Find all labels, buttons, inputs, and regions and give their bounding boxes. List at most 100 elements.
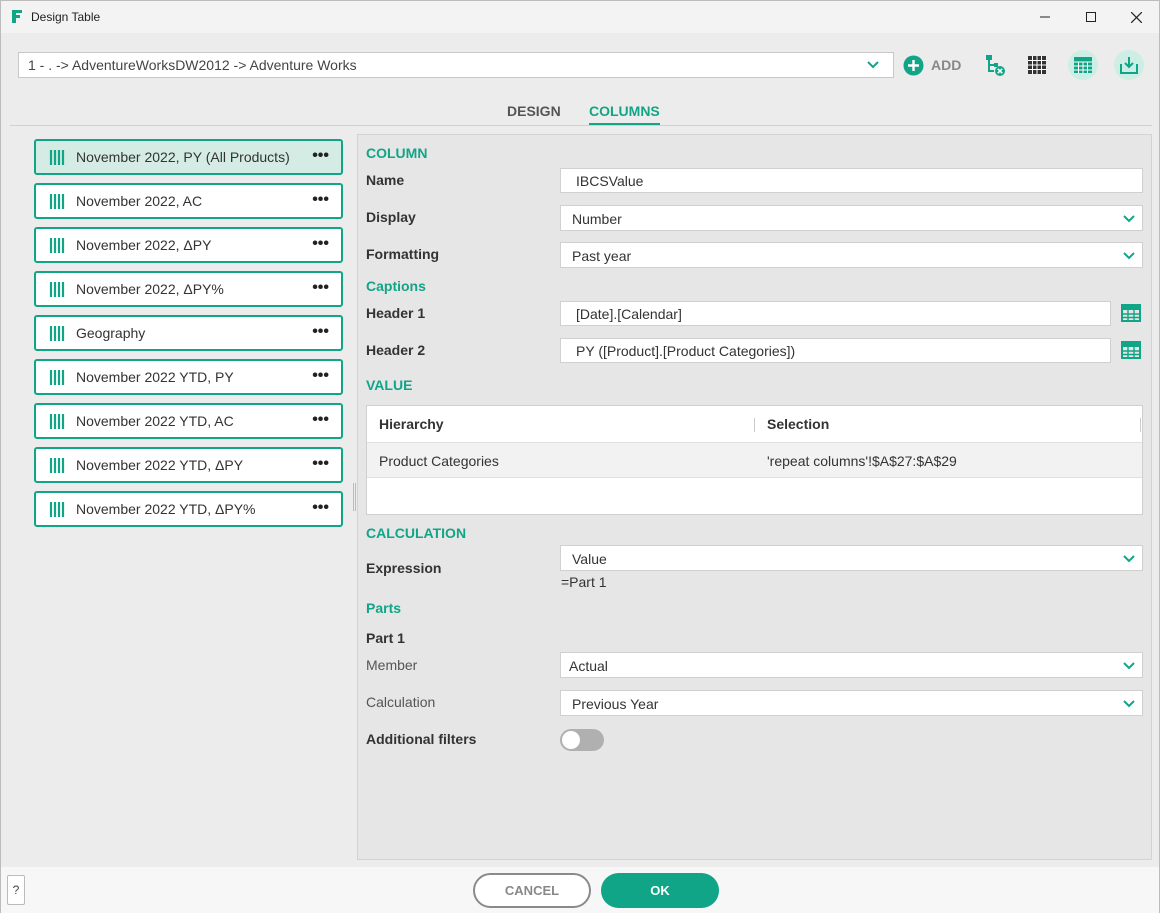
table-settings-button[interactable] <box>1068 50 1098 80</box>
column-bars-icon <box>49 458 65 473</box>
ok-button[interactable]: OK <box>601 873 719 908</box>
column-list-item-label: November 2022, AC <box>76 193 203 209</box>
column-bars-icon <box>49 238 65 253</box>
table-row[interactable]: Product Categories 'repeat columns'!$A$2… <box>367 442 1142 478</box>
member-select[interactable]: Actual <box>560 652 1143 678</box>
display-select[interactable]: Number <box>560 205 1143 231</box>
more-options-button[interactable]: ••• <box>312 411 329 429</box>
column-list-item[interactable]: November 2022, PY (All Products) ••• <box>34 139 343 175</box>
value-section-title: VALUE <box>366 377 413 393</box>
column-list-item[interactable]: Geography ••• <box>34 315 343 351</box>
formatting-select-value: Past year <box>572 248 632 264</box>
value-table: Hierarchy Selection Product Categories '… <box>366 405 1143 515</box>
panel-splitter-handle[interactable] <box>353 483 356 511</box>
more-options-button[interactable]: ••• <box>312 367 329 385</box>
column-bars-icon <box>49 414 65 429</box>
cancel-button[interactable]: CANCEL <box>473 873 591 908</box>
data-source-path-value: 1 - . -> AdventureWorksDW2012 -> Adventu… <box>28 57 357 73</box>
maximize-icon <box>1086 12 1096 22</box>
more-options-button[interactable]: ••• <box>312 279 329 297</box>
window-title: Design Table <box>31 10 101 24</box>
tab-divider <box>10 125 1152 126</box>
cell-picker-icon[interactable] <box>1121 340 1141 360</box>
column-resize-handle[interactable] <box>1140 418 1141 432</box>
minimize-icon <box>1040 16 1050 18</box>
table-cell-selection: 'repeat columns'!$A$27:$A$29 <box>767 453 957 469</box>
calculation-label: Calculation <box>366 694 436 710</box>
cell-picker-icon[interactable] <box>1121 303 1141 323</box>
add-button-label: ADD <box>931 57 962 73</box>
tab-columns[interactable]: COLUMNS <box>589 103 660 125</box>
add-circle-icon <box>903 55 924 75</box>
column-bars-icon <box>49 502 65 517</box>
more-options-button[interactable]: ••• <box>312 235 329 253</box>
add-button[interactable]: ADD <box>903 54 961 76</box>
name-input-value: IBCSValue <box>576 173 644 189</box>
column-resize-handle[interactable] <box>754 418 755 432</box>
column-list-item[interactable]: November 2022 YTD, ΔPY ••• <box>34 447 343 483</box>
additional-filters-toggle[interactable] <box>560 729 604 751</box>
column-list-item-label: November 2022 YTD, ΔPY% <box>76 501 256 517</box>
tab-design[interactable]: DESIGN <box>507 103 561 119</box>
column-list-item[interactable]: November 2022 YTD, AC ••• <box>34 403 343 439</box>
formatting-select[interactable]: Past year <box>560 242 1143 268</box>
chevron-down-icon <box>1123 555 1135 563</box>
chevron-down-icon <box>867 61 879 69</box>
name-label: Name <box>366 172 405 188</box>
member-label: Member <box>366 657 418 673</box>
more-options-button[interactable]: ••• <box>312 499 329 517</box>
toggle-knob <box>562 731 580 749</box>
member-select-value: Actual <box>569 658 608 674</box>
close-icon <box>1130 11 1142 23</box>
expression-select[interactable]: Value <box>560 545 1143 571</box>
column-list-item[interactable]: November 2022, ΔPY ••• <box>34 227 343 263</box>
chevron-down-icon <box>1123 215 1135 223</box>
display-select-value: Number <box>572 211 622 227</box>
name-input[interactable]: IBCSValue <box>560 168 1143 193</box>
column-list-item[interactable]: November 2022, AC ••• <box>34 183 343 219</box>
part-calculation-select[interactable]: Previous Year <box>560 690 1143 716</box>
more-options-button[interactable]: ••• <box>312 455 329 473</box>
calculation-section-title: CALCULATION <box>366 525 467 541</box>
header1-input-value: [Date].[Calendar] <box>576 306 682 322</box>
maximize-button[interactable] <box>1068 1 1114 33</box>
data-source-path-select[interactable]: 1 - . -> AdventureWorksDW2012 -> Adventu… <box>18 52 894 78</box>
column-list-item-label: November 2022, ΔPY <box>76 237 212 253</box>
grid-view-button[interactable] <box>1022 50 1052 80</box>
insert-button[interactable] <box>1114 50 1144 80</box>
column-list-item[interactable]: November 2022 YTD, PY ••• <box>34 359 343 395</box>
hierarchy-remove-icon <box>986 55 1005 76</box>
part1-title: Part 1 <box>366 630 405 646</box>
column-bars-icon <box>49 282 65 297</box>
help-button[interactable]: ? <box>7 875 25 905</box>
column-list-item[interactable]: November 2022 YTD, ΔPY% ••• <box>34 491 343 527</box>
chevron-down-icon <box>1123 700 1135 708</box>
remove-hierarchy-button[interactable] <box>980 50 1010 80</box>
minimize-button[interactable] <box>1022 1 1068 33</box>
title-bar: Design Table <box>1 1 1159 33</box>
header2-input[interactable]: PY ([Product].[Product Categories]) <box>560 338 1111 363</box>
columns-grid-icon <box>1028 56 1046 74</box>
chevron-down-icon <box>1123 662 1135 670</box>
column-list-item[interactable]: November 2022, ΔPY% ••• <box>34 271 343 307</box>
insert-download-icon <box>1120 57 1138 74</box>
table-header-selection: Selection <box>767 416 830 432</box>
close-button[interactable] <box>1113 1 1159 33</box>
expression-select-value: Value <box>572 551 607 567</box>
expression-label: Expression <box>366 560 442 576</box>
chevron-down-icon <box>1123 252 1135 260</box>
dialog-footer: ? CANCEL OK <box>1 867 1159 913</box>
column-list-item-label: November 2022 YTD, ΔPY <box>76 457 244 473</box>
more-options-button[interactable]: ••• <box>312 147 329 165</box>
column-section-title: COLUMN <box>366 145 428 161</box>
more-options-button[interactable]: ••• <box>312 323 329 341</box>
column-list-item-label: November 2022 YTD, AC <box>76 413 234 429</box>
table-header-hierarchy: Hierarchy <box>379 416 444 432</box>
column-bars-icon <box>49 370 65 385</box>
header2-input-value: PY ([Product].[Product Categories]) <box>576 343 796 359</box>
more-options-button[interactable]: ••• <box>312 191 329 209</box>
captions-section-title: Captions <box>366 278 426 294</box>
header1-input[interactable]: [Date].[Calendar] <box>560 301 1111 326</box>
column-list-item-label: November 2022, ΔPY% <box>76 281 224 297</box>
additional-filters-label: Additional filters <box>366 731 477 747</box>
